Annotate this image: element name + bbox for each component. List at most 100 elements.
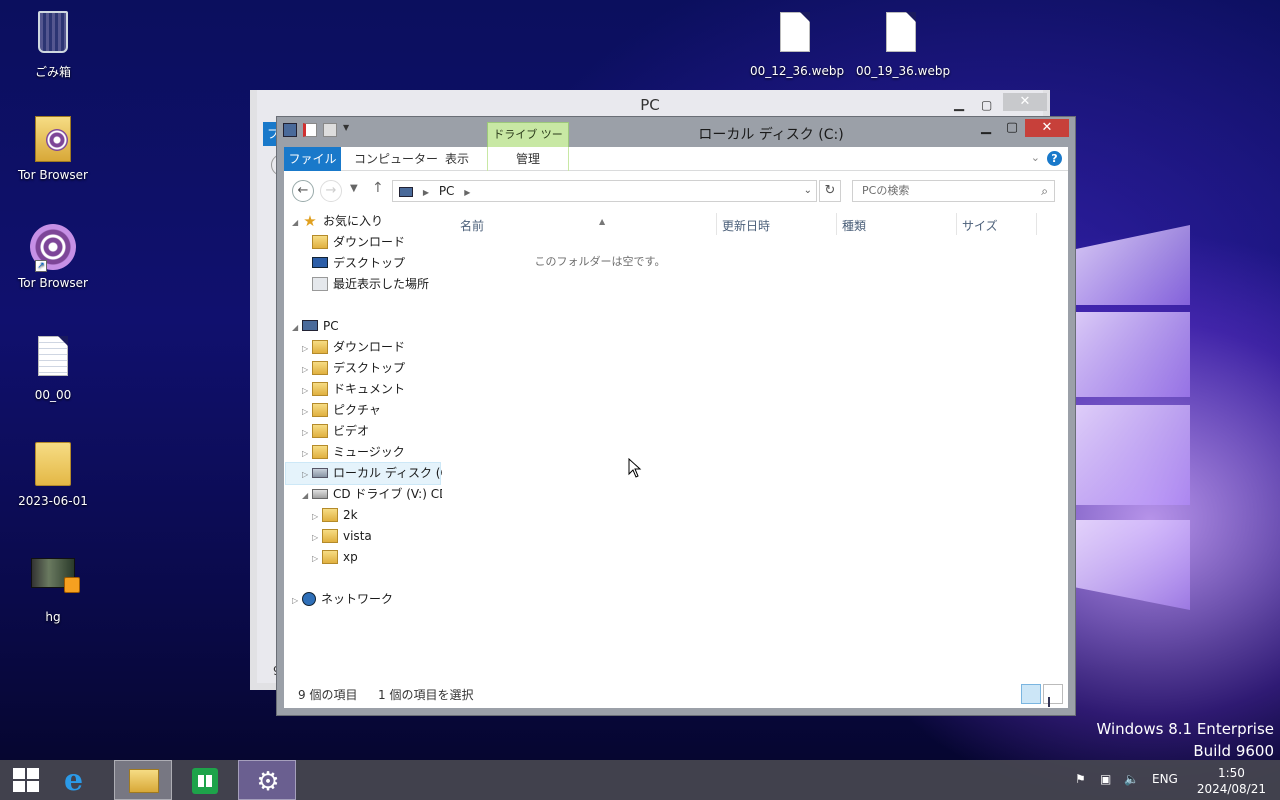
nav-fav-downloads[interactable]: ダウンロード bbox=[312, 232, 405, 253]
nav-pc-music[interactable]: ▷ ミュージック bbox=[302, 442, 405, 463]
file-list[interactable]: 名前 ▲ 更新日時 種類 サイズ このフォルダーは空です。 bbox=[442, 209, 1068, 678]
maximize-button[interactable]: ▢ bbox=[999, 119, 1025, 137]
expand-icon[interactable]: ▷ bbox=[302, 380, 312, 401]
up-button[interactable]: ↑ bbox=[372, 180, 384, 196]
nav-cd-drive[interactable]: ◢ CD ドライブ (V:) CDF bbox=[302, 484, 442, 505]
recent-locations-dropdown[interactable]: ▼ bbox=[350, 183, 358, 194]
ribbon-expand-icon[interactable]: ⌄ bbox=[1031, 151, 1040, 164]
titlebar[interactable]: ▼ ドライブ ツール ローカル ディスク (C:) ▁ ▢ ✕ bbox=[277, 117, 1075, 165]
window-title: ローカル ディスク (C:) bbox=[698, 127, 844, 143]
hard-drive-icon bbox=[312, 467, 328, 478]
column-divider[interactable] bbox=[1036, 213, 1037, 235]
nav-pc-videos[interactable]: ▷ ビデオ bbox=[302, 421, 369, 442]
desktop-icon-video[interactable]: hg bbox=[8, 548, 98, 624]
collapse-icon[interactable]: ◢ bbox=[302, 485, 312, 506]
nav-pc-documents[interactable]: ▷ ドキュメント bbox=[302, 379, 405, 400]
nav-label: CD ドライブ (V:) CDF bbox=[333, 487, 442, 501]
tab-file[interactable]: ファイル bbox=[284, 147, 341, 171]
taskbar-settings[interactable]: ⚙ bbox=[238, 760, 296, 800]
clock-time: 1:50 bbox=[1217, 766, 1245, 780]
expand-icon[interactable]: ▷ bbox=[302, 401, 312, 422]
column-divider[interactable] bbox=[716, 213, 717, 235]
nav-label: 2k bbox=[343, 508, 358, 522]
search-input[interactable]: PCの検索 ⌕ bbox=[852, 180, 1055, 202]
desktop-icon-text-file[interactable]: 00_00 bbox=[8, 332, 98, 402]
windows-logo-icon bbox=[13, 768, 39, 792]
column-divider[interactable] bbox=[956, 213, 957, 235]
nav-pc-desktop[interactable]: ▷ デスクトップ bbox=[302, 358, 405, 379]
address-dropdown-icon[interactable]: ⌄ bbox=[804, 181, 812, 201]
search-icon[interactable]: ⌕ bbox=[1041, 181, 1048, 201]
folder-icon bbox=[322, 507, 338, 522]
sort-ascending-icon: ▲ bbox=[599, 217, 606, 226]
status-item-count: 9 個の項目 bbox=[298, 688, 358, 702]
expand-icon[interactable]: ▷ bbox=[302, 443, 312, 464]
explorer-window[interactable]: ▼ ドライブ ツール ローカル ディスク (C:) ▁ ▢ ✕ ファイル コンピ… bbox=[276, 116, 1076, 716]
tor-folder-icon bbox=[29, 116, 77, 164]
nav-label: お気に入り bbox=[323, 214, 384, 228]
expand-icon[interactable]: ▷ bbox=[302, 464, 312, 485]
desktop-icon-tor-shortcut[interactable]: ↗ Tor Browser bbox=[8, 224, 98, 290]
address-bar[interactable]: ▶ PC ▶ ⌄ bbox=[392, 180, 817, 202]
help-icon[interactable]: ? bbox=[1047, 151, 1062, 166]
desktop-icon-tor-folder[interactable]: Tor Browser bbox=[8, 116, 98, 182]
nav-cd-vista[interactable]: ▷ vista bbox=[312, 526, 372, 547]
nav-network[interactable]: ▷ ネットワーク bbox=[292, 589, 393, 610]
clock[interactable]: 1:50 2024/08/21 bbox=[1197, 765, 1266, 797]
desktop-icon-webp-1[interactable]: 00_12_36.webp bbox=[750, 8, 844, 78]
tab-view[interactable]: 表示 bbox=[433, 147, 481, 171]
close-button[interactable]: ✕ bbox=[1003, 93, 1047, 111]
action-center-flag-icon[interactable]: ⚑ bbox=[1075, 772, 1086, 786]
desktop-icon-recycle-bin[interactable]: ごみ箱 bbox=[8, 8, 98, 80]
column-name[interactable]: 名前 ▲ bbox=[460, 217, 605, 237]
close-button[interactable]: ✕ bbox=[1025, 119, 1069, 137]
nav-label: ミュージック bbox=[333, 445, 405, 459]
desktop-icon-webp-2[interactable]: 00_19_36.webp bbox=[856, 8, 950, 78]
refresh-button[interactable]: ↻ bbox=[819, 180, 841, 202]
search-placeholder: PCの検索 bbox=[862, 184, 910, 197]
column-divider[interactable] bbox=[836, 213, 837, 235]
column-size[interactable]: サイズ bbox=[962, 217, 998, 237]
details-view-button[interactable] bbox=[1021, 684, 1041, 704]
expand-icon[interactable]: ▷ bbox=[312, 506, 322, 527]
breadcrumb-sep[interactable]: ▶ bbox=[464, 188, 470, 197]
taskbar-store[interactable] bbox=[176, 760, 234, 800]
nav-fav-recent[interactable]: 最近表示した場所 bbox=[312, 274, 429, 295]
nav-local-disk[interactable]: ▷ ローカル ディスク (C:) bbox=[285, 462, 442, 485]
desktop-icon-label: hg bbox=[45, 610, 61, 624]
network-status-icon[interactable]: ▣ bbox=[1100, 772, 1111, 786]
nav-label: ダウンロード bbox=[333, 235, 406, 249]
nav-favorites[interactable]: ◢ ★ お気に入り bbox=[292, 211, 383, 232]
back-button[interactable]: ← bbox=[292, 180, 314, 202]
tab-manage[interactable]: 管理 bbox=[487, 147, 569, 171]
status-bar: 9 個の項目 1 個の項目を選択 bbox=[284, 678, 1068, 708]
large-icons-view-button[interactable] bbox=[1043, 684, 1063, 707]
nav-label: 最近表示した場所 bbox=[333, 277, 430, 291]
collapse-icon[interactable]: ◢ bbox=[292, 212, 302, 233]
nav-pc-downloads[interactable]: ▷ ダウンロード bbox=[302, 337, 405, 358]
desktop-icon-folder[interactable]: 2023-06-01 bbox=[8, 440, 98, 508]
expand-icon[interactable]: ▷ bbox=[312, 548, 322, 569]
taskbar-file-explorer[interactable] bbox=[114, 760, 172, 800]
nav-pc[interactable]: ◢ PC bbox=[292, 316, 339, 337]
nav-cd-xp[interactable]: ▷ xp bbox=[312, 547, 358, 568]
expand-icon[interactable]: ▷ bbox=[302, 338, 312, 359]
input-language[interactable]: ENG bbox=[1152, 772, 1178, 786]
expand-icon[interactable]: ▷ bbox=[292, 590, 302, 611]
column-modified[interactable]: 更新日時 bbox=[722, 217, 770, 237]
breadcrumb-pc[interactable]: PC bbox=[439, 184, 455, 198]
forward-button[interactable]: → bbox=[320, 180, 342, 202]
expand-icon[interactable]: ▷ bbox=[312, 527, 322, 548]
minimize-button[interactable]: ▁ bbox=[973, 119, 999, 137]
internet-explorer-icon[interactable]: e bbox=[64, 766, 94, 796]
nav-pc-pictures[interactable]: ▷ ピクチャ bbox=[302, 400, 381, 421]
volume-muted-icon[interactable]: 🔈 bbox=[1124, 772, 1139, 786]
start-button[interactable] bbox=[0, 760, 50, 800]
expand-icon[interactable]: ▷ bbox=[302, 359, 312, 380]
file-explorer-icon bbox=[129, 769, 159, 793]
column-type[interactable]: 種類 bbox=[842, 217, 866, 237]
nav-cd-2k[interactable]: ▷ 2k bbox=[312, 505, 358, 526]
expand-icon[interactable]: ▷ bbox=[302, 422, 312, 443]
collapse-icon[interactable]: ◢ bbox=[292, 317, 302, 338]
column-label: サイズ bbox=[962, 219, 998, 233]
